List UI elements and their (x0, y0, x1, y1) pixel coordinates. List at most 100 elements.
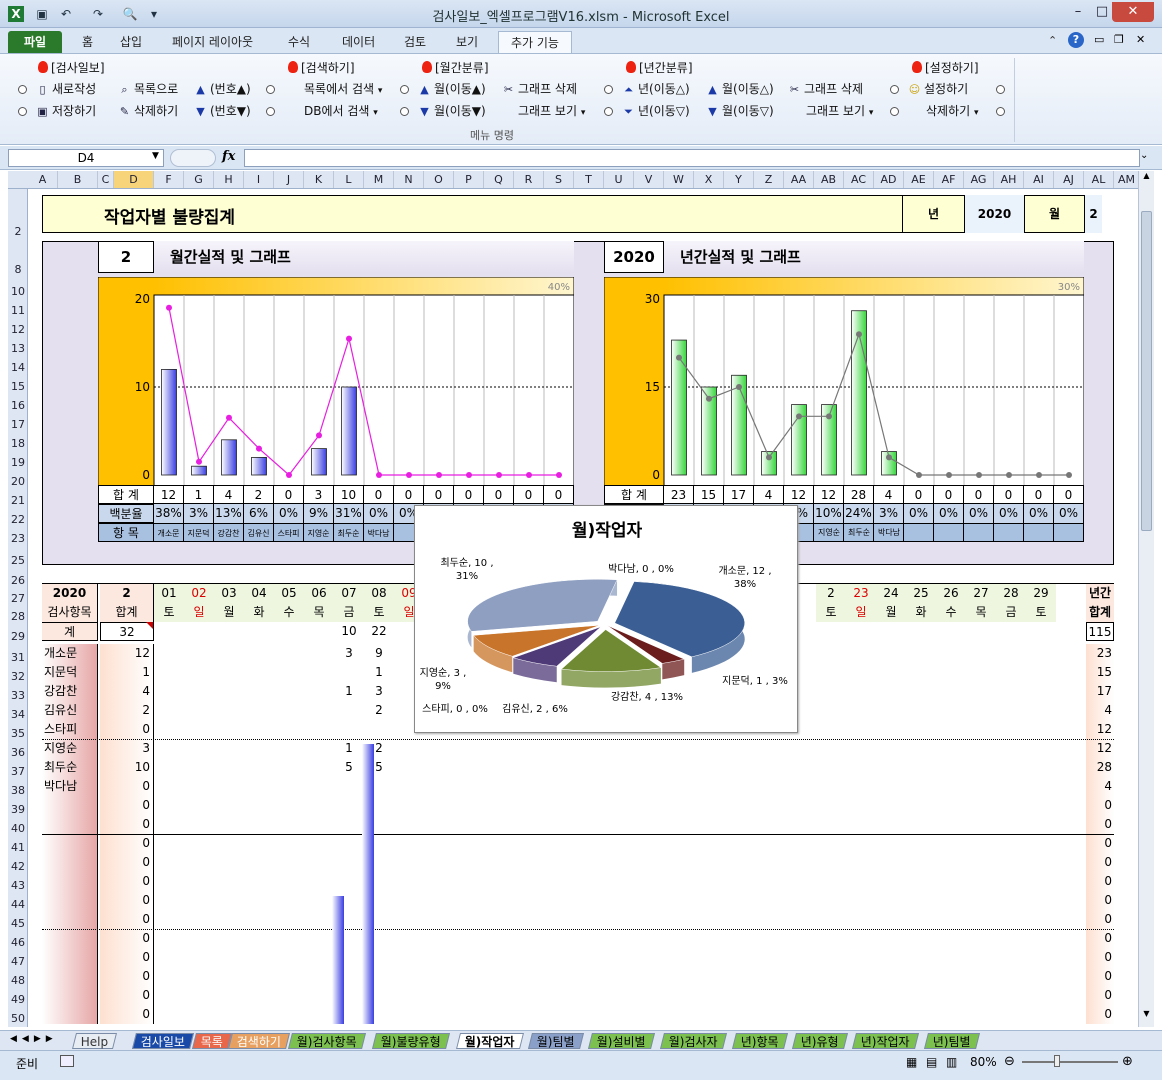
zoom-out-icon[interactable]: ⊖ (1004, 1054, 1015, 1069)
name-box[interactable]: D4 (8, 149, 164, 167)
search-list-button[interactable]: 목록에서 검색 ▾ (304, 80, 382, 98)
row-header[interactable]: 23 (8, 532, 28, 545)
sheet-tab[interactable]: 월)팀별 (528, 1033, 584, 1049)
radio[interactable] (604, 85, 613, 94)
sheet-tab[interactable]: 월)설비별 (588, 1033, 655, 1049)
normal-view-icon[interactable]: ▦ (906, 1055, 917, 1069)
sheet-tab[interactable]: 년)작업자 (852, 1033, 919, 1049)
row-header[interactable]: 31 (8, 651, 28, 664)
help-icon[interactable]: ? (1068, 32, 1084, 48)
save-button[interactable]: ▣ 저장하기 (36, 102, 96, 120)
sheet-tab[interactable]: 년)유형 (792, 1033, 848, 1049)
row-header[interactable]: 36 (8, 746, 28, 759)
column-header[interactable]: M (364, 171, 394, 188)
pie-chart-box[interactable]: 월)작업자 개소문, 12 , 38% 지문덕, 1 , 3% 강감찬, 4 , 13… (414, 505, 798, 733)
sheet-grid[interactable]: 작업자별 불량집계 년 2020 월 2 2 월간실적 및 그래프 2020 년… (28, 189, 1138, 1027)
column-header[interactable]: AA (784, 171, 814, 188)
scroll-down-icon[interactable]: ▼ (1139, 1009, 1154, 1025)
row-header[interactable]: 44 (8, 898, 28, 911)
row-header[interactable]: 11 (8, 304, 28, 317)
row-header[interactable]: 2 (8, 225, 28, 238)
column-header[interactable]: AE (904, 171, 934, 188)
column-header[interactable]: T (574, 171, 604, 188)
column-header[interactable]: B (58, 171, 98, 188)
row-header[interactable]: 42 (8, 860, 28, 873)
column-header[interactable]: S (544, 171, 574, 188)
ribbon-collapse-icon[interactable]: ⌃ (1048, 34, 1057, 47)
sheet-tab[interactable]: 검색하기 (228, 1033, 291, 1049)
radio[interactable] (18, 85, 27, 94)
macro-record-icon[interactable] (60, 1055, 74, 1067)
scroll-up-icon[interactable]: ▲ (1139, 171, 1154, 187)
sheet-tab[interactable]: 목록 (192, 1033, 233, 1049)
row-header[interactable]: 12 (8, 323, 28, 336)
column-header[interactable]: AH (994, 171, 1024, 188)
number-up-button[interactable]: ▲ (번호▲) (194, 80, 250, 98)
sheet-nav-icon[interactable]: ◀◀▶▶ (10, 1034, 58, 1044)
column-header[interactable]: P (454, 171, 484, 188)
sheet-tab[interactable]: 월)검사항목 (288, 1033, 366, 1049)
radio[interactable] (266, 85, 275, 94)
column-header[interactable]: F (154, 171, 184, 188)
row-header[interactable]: 18 (8, 437, 28, 450)
column-header[interactable]: AF (934, 171, 964, 188)
doc-minimize-icon[interactable]: ▭ (1094, 33, 1104, 46)
radio[interactable] (604, 107, 613, 116)
column-header[interactable]: R (514, 171, 544, 188)
radio[interactable] (890, 107, 899, 116)
row-header[interactable]: 29 (8, 630, 28, 643)
tab-review[interactable]: 검토 (396, 31, 434, 54)
zoom-level[interactable]: 80% (970, 1055, 997, 1069)
column-header[interactable]: X (694, 171, 724, 188)
column-header[interactable]: AD (874, 171, 904, 188)
sheet-tab[interactable]: 년)항목 (732, 1033, 788, 1049)
zoom-slider-thumb[interactable] (1054, 1055, 1060, 1067)
settings-button[interactable]: ☺ 설정하기 (908, 80, 968, 98)
row-header[interactable]: 40 (8, 822, 28, 835)
search-db-button[interactable]: DB에서 검색 ▾ (304, 102, 378, 120)
tab-formulas[interactable]: 수식 (280, 31, 318, 54)
radio[interactable] (996, 107, 1005, 116)
column-header[interactable]: AJ (1054, 171, 1084, 188)
tab-view[interactable]: 보기 (448, 31, 486, 54)
row-header[interactable]: 43 (8, 879, 28, 892)
insert-function-icon[interactable]: fx (222, 149, 235, 164)
column-header[interactable]: W (664, 171, 694, 188)
tab-insert[interactable]: 삽입 (112, 31, 150, 54)
column-header[interactable]: Q (484, 171, 514, 188)
row-header[interactable]: 10 (8, 285, 28, 298)
column-header[interactable]: AL (1084, 171, 1114, 188)
year-down-button[interactable]: ⏷ 년(이동▽) (622, 102, 690, 120)
monthly-graph-view-button[interactable]: 그래프 보기 ▾ (518, 102, 585, 120)
settings-delete-button[interactable]: 삭제하기 ▾ (926, 102, 979, 120)
radio[interactable] (996, 85, 1005, 94)
row-header[interactable]: 46 (8, 936, 28, 949)
column-header[interactable]: C (98, 171, 114, 188)
row-header[interactable]: 49 (8, 993, 28, 1006)
column-header[interactable]: V (634, 171, 664, 188)
tab-file[interactable]: 파일 (8, 31, 62, 54)
page-layout-view-icon[interactable]: ▤ (926, 1055, 937, 1069)
zoom-in-icon[interactable]: ⊕ (1122, 1054, 1133, 1069)
tab-home[interactable]: 홈 (74, 31, 101, 54)
sheet-tab[interactable]: 월)작업자 (456, 1033, 524, 1049)
row-header[interactable]: 25 (8, 554, 28, 567)
formula-zoom-handle[interactable] (170, 149, 216, 167)
zoom-slider[interactable] (1022, 1061, 1118, 1063)
yearly-graph-delete-button[interactable]: ✂ 그래프 삭제 (788, 80, 863, 98)
column-header[interactable]: AC (844, 171, 874, 188)
column-header[interactable]: L (334, 171, 364, 188)
row-header[interactable]: 22 (8, 513, 28, 526)
formula-input[interactable] (244, 149, 1140, 167)
month-up-button[interactable]: ▲ 월(이동▲) (418, 80, 485, 98)
radio[interactable] (18, 107, 27, 116)
new-button[interactable]: ▯ 새로작성 (36, 80, 96, 98)
year-up-button[interactable]: ⏶ 년(이동△) (622, 80, 690, 98)
row-header[interactable]: 35 (8, 727, 28, 740)
row-header[interactable]: 33 (8, 689, 28, 702)
column-header[interactable]: A (28, 171, 58, 188)
column-header[interactable]: AB (814, 171, 844, 188)
row-header[interactable]: 39 (8, 803, 28, 816)
row-header[interactable]: 13 (8, 342, 28, 355)
page-break-view-icon[interactable]: ▥ (946, 1055, 957, 1069)
